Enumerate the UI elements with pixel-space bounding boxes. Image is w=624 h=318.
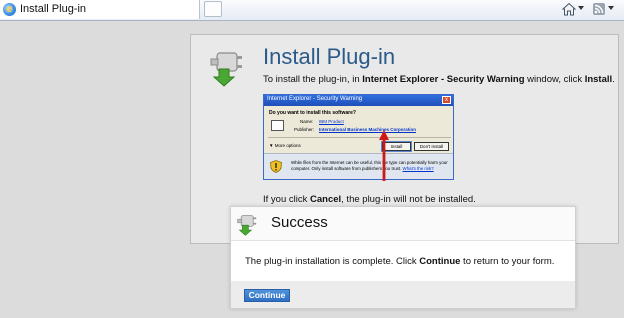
dont-install-button: Don't Install: [414, 142, 449, 151]
ie-icon: e: [3, 3, 16, 16]
success-message: The plug-in installation is complete. Cl…: [245, 256, 555, 267]
name-value: IBM Product: [319, 119, 344, 124]
dialog-divider: [268, 137, 451, 138]
dialog-question: Do you want to install this software?: [269, 110, 356, 116]
browser-tab-bar: e Install Plug-in: [0, 0, 624, 21]
browser-tab[interactable]: e Install Plug-in: [0, 0, 200, 19]
new-tab-button[interactable]: [204, 1, 222, 17]
success-title: Success: [271, 214, 328, 231]
home-icon[interactable]: [562, 2, 576, 16]
feed-dropdown-icon[interactable]: [608, 6, 614, 10]
dialog-title-bar: Internet Explorer - Security Warning x: [264, 95, 453, 106]
home-dropdown-icon[interactable]: [578, 6, 584, 10]
install-instruction: To install the plug-in, in Internet Expl…: [263, 74, 615, 85]
close-icon: x: [442, 96, 451, 104]
red-arrow-icon: [379, 130, 389, 181]
publisher-value: International Business Machines Corporat…: [319, 127, 417, 132]
dialog-title: Internet Explorer - Security Warning: [267, 96, 363, 102]
page-title: Install Plug-in: [263, 44, 396, 69]
success-header: Success: [231, 207, 575, 241]
plugin-icon: [207, 47, 243, 87]
more-options: ▼ More options: [269, 143, 301, 148]
continue-button[interactable]: Continue: [244, 289, 290, 302]
plugin-icon: [235, 212, 257, 236]
shield-warning-icon: [270, 160, 282, 173]
warning-text: While files from the Internet can be use…: [291, 160, 448, 171]
cancel-note: If you click Cancel, the plug-in will no…: [263, 194, 476, 205]
tab-title: Install Plug-in: [20, 3, 87, 15]
security-warning-screenshot: Internet Explorer - Security Warning x D…: [263, 94, 454, 180]
publisher-label: Publisher:: [294, 127, 315, 132]
feed-icon[interactable]: [592, 2, 606, 16]
success-body: The plug-in installation is complete. Cl…: [231, 241, 575, 281]
success-dialog: Success The plug-in installation is comp…: [230, 206, 576, 309]
software-icon: [271, 120, 284, 131]
name-label: Name:: [300, 119, 314, 124]
